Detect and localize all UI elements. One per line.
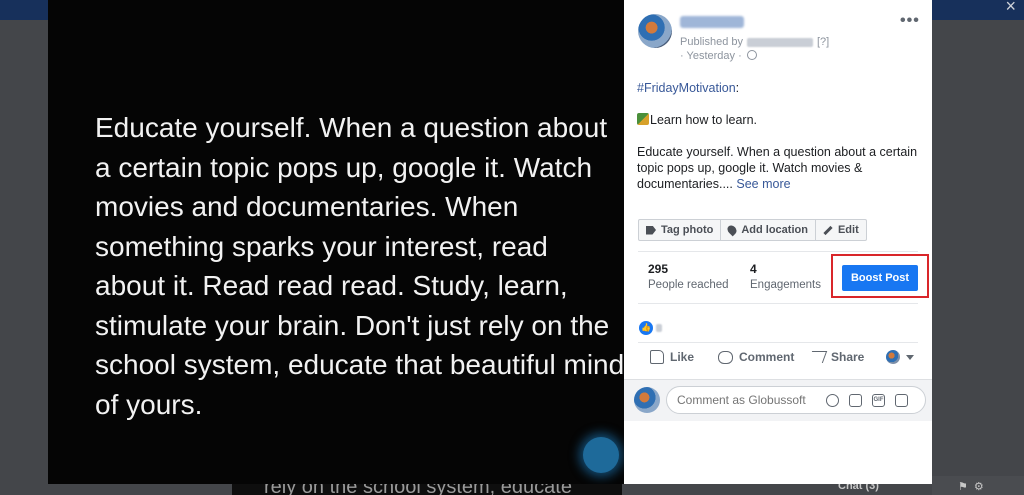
tag-photo-button[interactable]: Tag photo [639, 220, 722, 240]
page-avatar-small [886, 350, 900, 364]
comment-composer: GIF [624, 379, 932, 421]
location-pin-icon [725, 223, 739, 237]
divider [638, 303, 918, 304]
more-options-icon[interactable]: ••• [900, 12, 920, 30]
see-more-link[interactable]: See more [736, 177, 790, 191]
blurred-circle-icon [583, 437, 619, 473]
boost-post-button[interactable]: Boost Post [842, 265, 918, 291]
post-actions-bar: Like Comment Share [638, 350, 918, 374]
share-arrow-icon [807, 351, 828, 363]
people-reached-label: People reached [648, 279, 729, 291]
add-location-label: Add location [741, 224, 808, 236]
commenter-avatar [634, 387, 660, 413]
caret-down-icon [906, 354, 914, 360]
chat-tool-icons: ⚑⚙ [958, 481, 990, 493]
like-reaction-icon[interactable]: 👍 [639, 321, 653, 335]
emoji-icon [637, 113, 649, 125]
people-reached-value: 295 [648, 262, 669, 276]
published-by-line: Published by [?] [680, 36, 829, 48]
engagements-value: 4 [750, 262, 757, 276]
comment-label: Comment [739, 350, 795, 364]
like-label: Like [670, 350, 695, 364]
globe-icon [746, 50, 757, 60]
share-button[interactable]: Share [807, 350, 865, 364]
comment-tool-icons: GIF [826, 394, 908, 407]
add-location-button[interactable]: Add location [721, 220, 816, 240]
engagements-label: Engagements [750, 279, 821, 291]
close-icon[interactable]: × [1005, 0, 1016, 15]
divider [638, 251, 918, 252]
comment-bubble-icon [718, 350, 733, 364]
published-help-link[interactable]: [?] [817, 36, 829, 48]
publisher-name-redacted[interactable] [747, 37, 813, 47]
photo-quote-text: Educate yourself. When a question about … [95, 112, 624, 420]
page-avatar[interactable] [638, 14, 672, 48]
reaction-count-redacted[interactable] [656, 324, 662, 332]
thumbs-up-icon [650, 350, 664, 364]
hashtag-suffix: : [735, 81, 740, 95]
learn-line: Learn how to learn. [637, 112, 922, 128]
published-by-label: Published by [680, 36, 743, 48]
tag-photo-label: Tag photo [661, 224, 714, 236]
sticker-icon[interactable] [895, 394, 908, 407]
post-photo[interactable]: Educate yourself. When a question about … [48, 0, 624, 484]
post-timestamp-line: · Yesterday · [680, 50, 757, 62]
post-timestamp[interactable]: · Yesterday · [680, 50, 742, 62]
emoji-picker-icon[interactable] [826, 394, 839, 407]
photo-toolbar: Tag photo Add location Edit [638, 219, 867, 241]
tag-icon [646, 225, 656, 235]
camera-icon[interactable] [849, 394, 862, 407]
post-as-selector[interactable] [886, 350, 914, 364]
post-details-panel: ••• Published by [?] · Yesterday · #Frida… [624, 0, 932, 484]
share-label: Share [831, 350, 865, 364]
gif-icon[interactable]: GIF [872, 394, 885, 407]
edit-label: Edit [837, 224, 859, 236]
comment-button[interactable]: Comment [718, 350, 794, 364]
pencil-icon [823, 225, 833, 235]
page-name-redacted[interactable] [680, 16, 744, 28]
learn-text: Learn how to learn. [650, 113, 758, 127]
body-paragraph: Educate yourself. When a question about … [637, 144, 922, 192]
hashtag-line: #FridayMotivation: [637, 80, 922, 96]
hashtag-link[interactable]: #FridayMotivation [637, 81, 736, 95]
divider [638, 342, 918, 343]
like-button[interactable]: Like [650, 350, 694, 364]
post-text: #FridayMotivation: Learn how to learn. E… [637, 80, 922, 192]
edit-button[interactable]: Edit [816, 220, 866, 240]
